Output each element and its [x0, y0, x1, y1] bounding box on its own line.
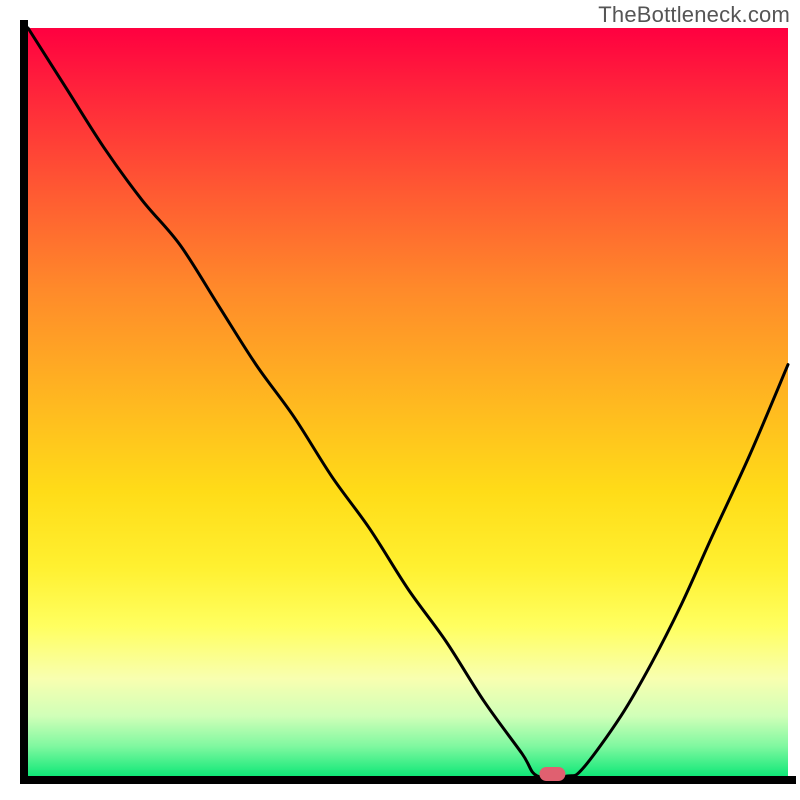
plot-background	[28, 28, 788, 776]
optimal-marker	[539, 767, 565, 781]
y-axis	[20, 20, 28, 784]
chart-svg	[0, 0, 800, 800]
bottleneck-chart: TheBottleneck.com	[0, 0, 800, 800]
watermark-text: TheBottleneck.com	[598, 2, 790, 28]
x-axis	[20, 776, 796, 784]
